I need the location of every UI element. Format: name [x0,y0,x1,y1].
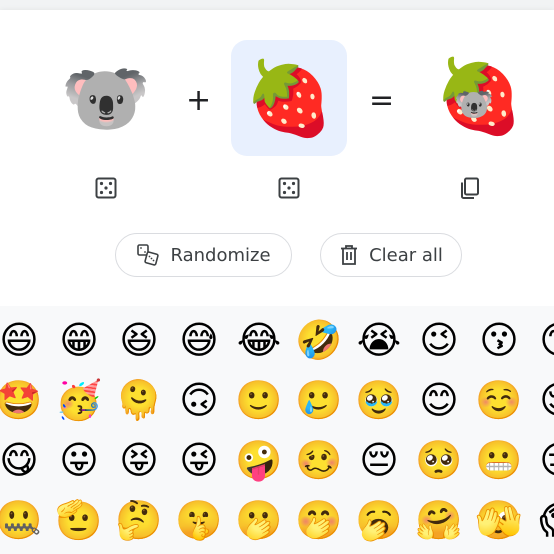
emoji-option[interactable]: 🤗 [414,495,464,545]
plus-sign: + [186,83,212,118]
trash-icon [341,245,358,265]
result-emoji-slot[interactable]: 🍓 🐨 [412,40,528,156]
emoji-option[interactable]: 😅 [174,315,224,365]
left-emoji-slot[interactable]: 🐨 [48,40,164,156]
emoji-option[interactable]: 🤭 [294,495,344,545]
emoji-option[interactable]: ☺️ [474,375,524,425]
emoji-option[interactable]: 🥱 [354,495,404,545]
emoji-option[interactable]: 😔 [354,435,404,485]
emoji-option[interactable]: 🫡 [54,495,104,545]
strawberry-emoji: 🍓 [244,56,334,140]
emoji-option[interactable]: 😗 [474,315,524,365]
emoji-kitchen-app: 🐨 + 🍓 = 🍓 🐨 Randomize Clear all 😄 😁 😆 😅 … [0,0,554,554]
emoji-option[interactable]: 🙃 [174,375,224,425]
emoji-grid: 😄😁😆😅😂🤣😭😉😗😙 🤩🥳🫠🙃🙂🥲🥹😊☺️😌 😋😛😝😜🤪🥴😔🥺😬😑 🤐🫡🤔🤫🫢🤭🥱🤗🫣… [0,306,554,554]
clear-all-label: Clear all [369,244,443,266]
copy-icon [461,177,479,199]
emoji-option[interactable]: 🥺 [414,435,464,485]
emoji-option[interactable]: 🥹 [354,375,404,425]
emoji-option[interactable]: 🫠 [114,375,164,425]
result-koala-emoji: 🐨 [454,85,494,123]
emoji-option[interactable]: 🫣 [474,495,524,545]
result-mix: 🍓 🐨 [422,50,524,146]
emoji-option[interactable]: 🫢 [234,495,284,545]
dice-icon [95,177,117,199]
emoji-option[interactable]: 🤩 [0,375,44,425]
randomize-label: Randomize [170,244,271,266]
emoji-option[interactable]: 😊 [414,375,464,425]
emoji-option[interactable]: 😜 [174,435,224,485]
emoji-option[interactable]: 😙 [534,315,554,365]
emoji-option[interactable]: 😭 [354,315,404,365]
randomize-right-button[interactable] [275,174,303,202]
emoji-option[interactable]: 😉 [414,315,464,365]
koala-emoji: 🐨 [61,56,151,140]
copy-result-button[interactable] [456,174,484,202]
emoji-option[interactable]: 🤫 [174,495,224,545]
emoji-option[interactable]: 🤐 [0,495,44,545]
emoji-option[interactable]: 🥲 [294,375,344,425]
emoji-option[interactable]: 😝 [114,435,164,485]
emoji-option[interactable]: 😑 [534,435,554,485]
randomize-button[interactable]: Randomize [115,233,292,277]
emoji-option[interactable]: 😋 [0,435,44,485]
top-strip [0,0,554,10]
emoji-option[interactable]: 🥳 [54,375,104,425]
emoji-option[interactable]: 🤔 [114,495,164,545]
emoji-option[interactable]: 😄 [0,315,44,365]
right-emoji-slot[interactable]: 🍓 [231,40,347,156]
emoji-option[interactable]: 🤪 [234,435,284,485]
emoji-option[interactable]: 🥴 [294,435,344,485]
emoji-option[interactable]: 🙂 [234,375,284,425]
shuffle-dice-icon [137,244,160,266]
emoji-option[interactable]: 😁 [54,315,104,365]
mixer-card: 🐨 + 🍓 = 🍓 🐨 Randomize Clear all [0,10,554,306]
emoji-option[interactable]: 😂 [234,315,284,365]
emoji-option[interactable]: 😌 [534,375,554,425]
equals-sign: = [369,83,395,118]
emoji-option[interactable]: 😛 [54,435,104,485]
dice-icon [278,177,300,199]
clear-all-button[interactable]: Clear all [320,233,462,277]
emoji-option[interactable]: 😆 [114,315,164,365]
randomize-left-button[interactable] [92,174,120,202]
emoji-option[interactable]: 😱 [534,495,554,545]
emoji-option[interactable]: 🤣 [294,315,344,365]
emoji-option[interactable]: 😬 [474,435,524,485]
